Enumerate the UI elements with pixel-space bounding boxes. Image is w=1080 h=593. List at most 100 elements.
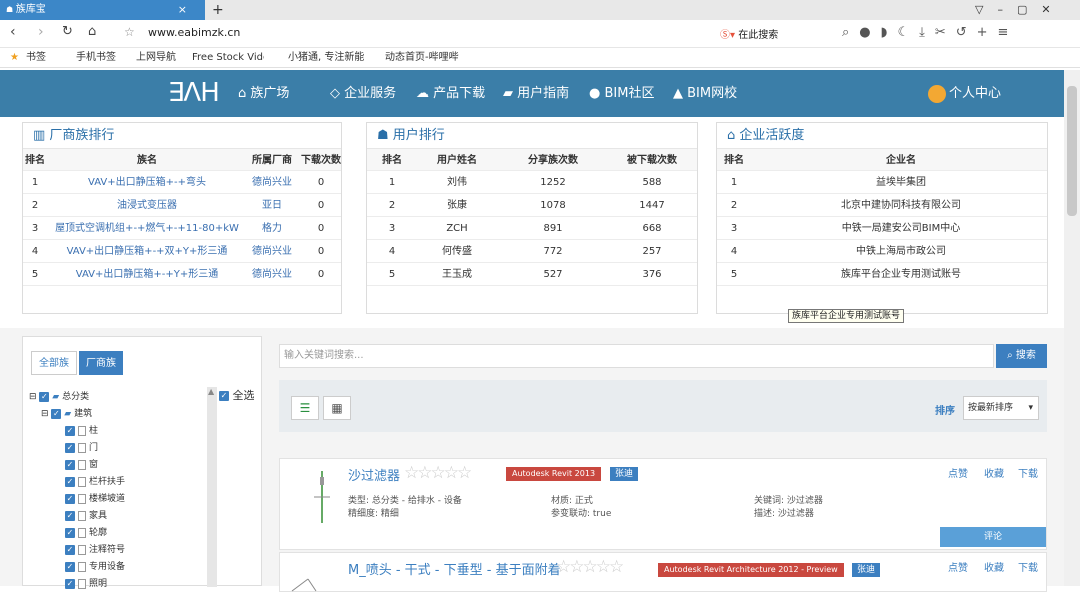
- search-button[interactable]: ⌕ 搜索: [996, 344, 1047, 368]
- author-badge[interactable]: 张迪: [852, 563, 881, 577]
- table-row[interactable]: 4 VAV+出口静压箱+-+双+Y+形三通 德尚兴业 0: [23, 240, 341, 263]
- bookmark-item-3[interactable]: Free Stock Video: [192, 48, 264, 68]
- toolbar-icons[interactable]: ⌕●◗☾⤓✂↺+≡: [842, 25, 1018, 40]
- checkbox[interactable]: ✓: [65, 578, 75, 589]
- checkbox[interactable]: ✓: [65, 527, 75, 538]
- table-row[interactable]: 2 油浸式变压器 亚日 0: [23, 194, 341, 217]
- bookmark-item-1[interactable]: 手机书签: [76, 48, 116, 68]
- table-row[interactable]: 3 屋顶式空调机组+-+燃气+-+11-80+kW 格力 0: [23, 217, 341, 240]
- checkbox[interactable]: ✓: [65, 544, 75, 555]
- table-row[interactable]: 2 北京中建协同科技有限公司: [717, 194, 1047, 217]
- address-bar[interactable]: www.eabimzk.cn: [148, 26, 240, 39]
- result-title[interactable]: M_喷头 - 干式 - 下垂型 - 基于面附着: [348, 559, 561, 578]
- tab-close-icon[interactable]: ×: [178, 0, 187, 20]
- back-icon[interactable]: ‹: [10, 24, 16, 40]
- tree-scrollbar[interactable]: [207, 387, 217, 587]
- tree-item[interactable]: ✓ 栏杆扶手: [65, 474, 125, 491]
- new-tab-icon[interactable]: +: [212, 0, 224, 20]
- nav-bim-school[interactable]: ▲ BIM网校: [673, 70, 737, 117]
- like-button[interactable]: 点赞: [948, 465, 968, 480]
- window-controls[interactable]: ▽–▢✕: [975, 0, 1065, 20]
- collapse-icon[interactable]: ⊟: [41, 409, 51, 419]
- search-engine-box[interactable]: Ⓢ▾ 在此搜索: [720, 26, 778, 41]
- table-cell[interactable]: VAV+出口静压箱+-+双+Y+形三通: [49, 240, 245, 263]
- checkbox[interactable]: ✓: [65, 493, 75, 504]
- nav-enterprise-service[interactable]: ◇ 企业服务: [330, 70, 396, 117]
- tree-item[interactable]: ✓ 门: [65, 440, 125, 457]
- page-scroll-thumb[interactable]: [1067, 86, 1077, 216]
- table-row[interactable]: 5 VAV+出口静压箱+-+Y+形三通 德尚兴业 0: [23, 263, 341, 286]
- download-button[interactable]: 下载: [1018, 559, 1038, 574]
- tree-item[interactable]: ✓ 柱: [65, 423, 125, 440]
- table-row[interactable]: 1 刘伟 1252 588: [367, 171, 697, 194]
- checkbox[interactable]: ✓: [51, 408, 62, 419]
- search-input[interactable]: 输入关键词搜索...: [279, 344, 994, 368]
- comment-button[interactable]: 评论: [940, 527, 1046, 547]
- result-title[interactable]: 沙过滤器: [348, 465, 400, 484]
- checkbox[interactable]: ✓: [65, 442, 75, 453]
- table-cell[interactable]: 屋顶式空调机组+-+燃气+-+11-80+kW: [49, 217, 245, 240]
- tree-item[interactable]: ✓ 窗: [65, 457, 125, 474]
- family-thumbnail[interactable]: [296, 467, 348, 527]
- checkbox[interactable]: ✓: [65, 459, 75, 470]
- home-icon[interactable]: ⌂: [88, 24, 96, 39]
- tree-item[interactable]: ✓ 家具: [65, 508, 125, 525]
- nav-user-guide[interactable]: ▰ 用户指南: [503, 70, 569, 117]
- table-row[interactable]: 4 何传盛 772 257: [367, 240, 697, 263]
- table-row[interactable]: 4 中铁上海局市政公司: [717, 240, 1047, 263]
- rating-stars[interactable]: ☆☆☆☆☆: [556, 557, 624, 577]
- nav-bim-community[interactable]: ● BIM社区: [589, 70, 654, 117]
- collapse-icon[interactable]: ⊟: [29, 392, 39, 402]
- nav-family-square[interactable]: ⌂ 族广场: [238, 70, 289, 117]
- tab-vendor-families[interactable]: 厂商族: [79, 351, 123, 375]
- tree-item[interactable]: ✓ 专用设备: [65, 559, 125, 576]
- forward-icon[interactable]: ›: [38, 24, 44, 40]
- checkbox[interactable]: ✓: [65, 510, 75, 521]
- nav-product-download[interactable]: ☁ 产品下载: [416, 70, 485, 117]
- list-view-button[interactable]: ☰: [291, 396, 319, 420]
- author-badge[interactable]: 张迪: [610, 467, 639, 481]
- rating-stars[interactable]: ☆☆☆☆☆: [404, 463, 472, 483]
- table-cell[interactable]: 亚日: [247, 194, 297, 217]
- site-logo[interactable]: ∃ΛH: [168, 76, 220, 110]
- table-row[interactable]: 3 ZCH 891 668: [367, 217, 697, 240]
- table-row[interactable]: 1 VAV+出口静压箱+-+弯头 德尚兴业 0: [23, 171, 341, 194]
- table-cell[interactable]: 德尚兴业: [247, 171, 297, 194]
- checkbox[interactable]: ✓: [39, 391, 50, 402]
- tree-item[interactable]: ✓ 照明: [65, 576, 125, 593]
- bookmark-item-2[interactable]: 上网导航: [136, 48, 176, 68]
- table-cell[interactable]: 德尚兴业: [247, 240, 297, 263]
- favorite-button[interactable]: 收藏: [984, 559, 1004, 574]
- table-cell[interactable]: VAV+出口静压箱+-+弯头: [49, 171, 245, 194]
- tree-item[interactable]: ✓ 注释符号: [65, 542, 125, 559]
- tab-all-families[interactable]: 全部族: [31, 351, 77, 375]
- grid-view-button[interactable]: ▦: [323, 396, 351, 420]
- user-center[interactable]: 个人中心: [928, 70, 1001, 117]
- family-thumbnail[interactable]: [288, 567, 318, 593]
- table-row[interactable]: 3 中铁一局建安公司BIM中心: [717, 217, 1047, 240]
- sort-select[interactable]: 按最新排序 ▾: [963, 396, 1039, 420]
- table-row[interactable]: 2 张康 1078 1447: [367, 194, 697, 217]
- table-row[interactable]: 1 益埃毕集团: [717, 171, 1047, 194]
- table-row[interactable]: 5 王玉成 527 376: [367, 263, 697, 286]
- table-cell[interactable]: VAV+出口静压箱+-+Y+形三通: [49, 263, 245, 286]
- favorite-star-icon[interactable]: ☆: [124, 25, 135, 39]
- table-cell[interactable]: 德尚兴业: [247, 263, 297, 286]
- favorite-button[interactable]: 收藏: [984, 465, 1004, 480]
- checkbox[interactable]: ✓: [65, 561, 75, 572]
- tree-item[interactable]: ✓ 轮廓: [65, 525, 125, 542]
- table-cell[interactable]: 格力: [247, 217, 297, 240]
- bookmark-item-4[interactable]: 小猪通, 专注新能: [288, 48, 364, 68]
- like-button[interactable]: 点赞: [948, 559, 968, 574]
- scroll-up-icon[interactable]: ▲: [208, 387, 214, 396]
- table-row[interactable]: 5 族库平台企业专用测试账号: [717, 263, 1047, 286]
- tree-root[interactable]: ⊟ ✓ ▰ 总分类: [29, 389, 89, 402]
- browser-tab-active[interactable]: ☗ 族库宝 ×: [0, 0, 205, 20]
- checkbox[interactable]: ✓: [65, 425, 75, 436]
- checkbox[interactable]: ✓: [65, 476, 75, 487]
- tree-group[interactable]: ⊟ ✓ ▰ 建筑: [41, 406, 92, 419]
- download-button[interactable]: 下载: [1018, 465, 1038, 480]
- select-all-checkbox[interactable]: ✓: [219, 391, 229, 401]
- table-cell[interactable]: 油浸式变压器: [49, 194, 245, 217]
- tree-item[interactable]: ✓ 楼梯坡道: [65, 491, 125, 508]
